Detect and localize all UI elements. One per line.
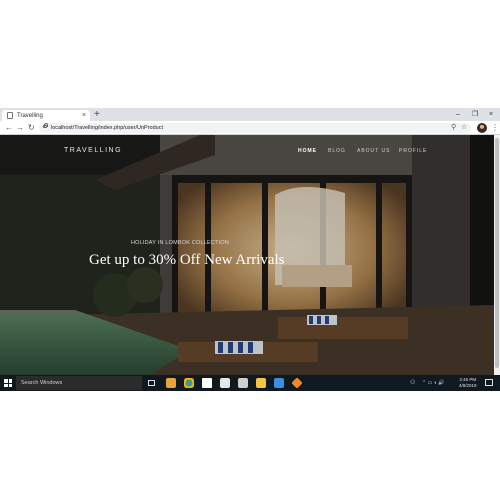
hero-subtitle: HOLIDAY IN LOMBOK COLLECTION	[131, 240, 230, 246]
hero-section: TRAVELLING HOME BLOG ABOUT US PROFILE HO…	[0, 135, 494, 375]
app-icon[interactable]	[291, 377, 303, 389]
tab-close-icon[interactable]: ×	[82, 112, 86, 119]
lock-icon	[43, 123, 48, 128]
reload-button[interactable]: ↻	[28, 122, 35, 134]
taskbar-clock[interactable]: 2:46 PM 4/9/2019	[459, 377, 477, 389]
url-text[interactable]: localhost/Travelling/index.php/user/UnPr…	[51, 124, 163, 132]
bookmark-star-icon[interactable]: ☆	[461, 123, 467, 133]
new-tab-button[interactable]: +	[94, 109, 100, 120]
app-icon[interactable]	[166, 378, 176, 388]
desktop-screen: Travelling × + – ❐ × ← → ↻ localhost/Tra…	[0, 108, 500, 391]
zoom-icon[interactable]: ⚲	[451, 123, 456, 133]
nav-blog[interactable]: BLOG	[328, 148, 346, 154]
taskbar-search-box[interactable]: Search Windows	[16, 376, 142, 390]
restore-button[interactable]: ❐	[472, 109, 478, 120]
forward-button[interactable]: →	[16, 122, 24, 134]
browser-toolbar: ← → ↻ localhost/Travelling/index.php/use…	[0, 121, 500, 135]
hero-title: Get up to 30% Off New Arrivals	[89, 252, 285, 268]
scrollbar-thumb[interactable]	[495, 138, 499, 368]
chrome-icon[interactable]	[184, 378, 194, 388]
tab-title: Travelling	[17, 112, 43, 119]
browser-tab[interactable]: Travelling ×	[2, 110, 90, 121]
back-button[interactable]: ←	[5, 122, 13, 134]
minimize-button[interactable]: –	[456, 109, 460, 120]
app-icon[interactable]	[274, 378, 284, 388]
close-window-button[interactable]: ×	[489, 109, 493, 120]
browser-tab-strip: Travelling × + – ❐ ×	[0, 108, 500, 121]
tray-people-icon[interactable]: ⚇	[410, 378, 415, 388]
address-bar[interactable]: localhost/Travelling/index.php/user/UnPr…	[39, 123, 471, 133]
nav-home[interactable]: HOME	[298, 148, 317, 154]
profile-avatar[interactable]	[477, 123, 487, 133]
page-icon	[7, 112, 13, 119]
site-logo[interactable]: TRAVELLING	[64, 147, 122, 154]
task-view-icon[interactable]	[148, 380, 155, 386]
nav-profile[interactable]: PROFILE	[399, 148, 427, 154]
nav-about-us[interactable]: ABOUT US	[357, 148, 390, 154]
windows-taskbar: Search Windows ⚇ ⌃ ▭ ◖ 🔊 2:46 PM 4/9/201…	[0, 375, 500, 391]
folder-icon[interactable]	[256, 378, 266, 388]
notification-icon[interactable]	[485, 379, 493, 386]
browser-menu-icon[interactable]: ⋮	[491, 122, 499, 134]
tray-icons[interactable]: ⌃ ▭ ◖ 🔊	[422, 378, 444, 388]
app-icon[interactable]	[238, 378, 248, 388]
search-placeholder: Search Windows	[21, 380, 63, 386]
mail-icon[interactable]	[220, 378, 230, 388]
clock-date: 4/9/2019	[459, 383, 477, 388]
windows-start-icon[interactable]	[4, 379, 12, 387]
store-icon[interactable]	[202, 378, 212, 388]
